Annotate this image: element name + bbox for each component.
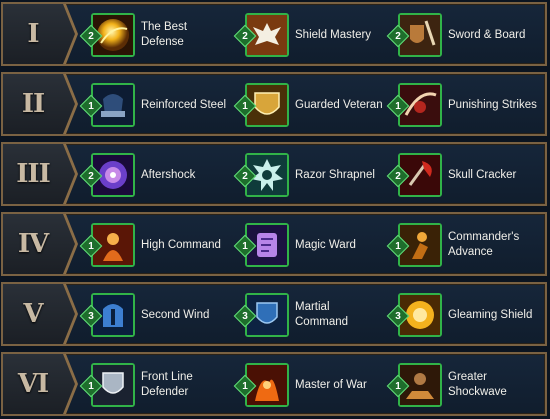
talent-front-line-defender[interactable]: 1 Front Line Defender xyxy=(79,362,231,408)
eagle-crest-icon: 2 xyxy=(233,13,289,57)
talent-commanders-advance[interactable]: 1 Commander's Advance xyxy=(386,222,538,268)
tier-rank-numeral: IV xyxy=(17,229,49,259)
flaming-warrior-icon: 1 xyxy=(79,223,135,267)
talent-name: Greater Shockwave xyxy=(448,371,507,398)
tier-1-row: I 2 The Best Defense 2 Shield Mastery 2 … xyxy=(1,2,547,66)
marching-warrior-icon: 1 xyxy=(386,223,442,267)
talent-razor-shrapnel[interactable]: 2 Razor Shrapnel xyxy=(233,152,385,198)
talent-name: Master of War xyxy=(295,378,367,391)
talent-name: Aftershock xyxy=(141,168,196,181)
blue-shield-icon: 3 xyxy=(233,293,289,337)
tier-5-row: V 3 Second Wind 3 Martial Command 3 Glea… xyxy=(1,282,547,346)
talent-skull-cracker[interactable]: 2 Skull Cracker xyxy=(386,152,538,198)
talent-martial-command[interactable]: 3 Martial Command xyxy=(233,292,385,338)
talent-name: Sword & Board xyxy=(448,28,526,41)
talent-high-command[interactable]: 1 High Command xyxy=(79,222,231,268)
tier-rank-numeral: II xyxy=(21,89,45,119)
talent-name: Front Line Defender xyxy=(141,371,193,398)
talent-name: Gleaming Shield xyxy=(448,308,533,321)
tier-rank-numeral: III xyxy=(16,159,51,189)
talent-shield-mastery[interactable]: 2 Shield Mastery xyxy=(233,12,385,58)
talent-greater-shockwave[interactable]: 1 Greater Shockwave xyxy=(386,362,538,408)
talent-master-of-war[interactable]: 1 Master of War xyxy=(233,362,385,408)
talent-name: The Best Defense xyxy=(141,21,188,48)
talent-tree: I 2 The Best Defense 2 Shield Mastery 2 … xyxy=(0,0,550,419)
tier-3-row: III 2 Aftershock 2 Razor Shrapnel 2 Skul… xyxy=(1,142,547,206)
magic-scroll-icon: 1 xyxy=(233,223,289,267)
talent-the-best-defense[interactable]: 2 The Best Defense xyxy=(79,12,231,58)
talent-gleaming-shield[interactable]: 3 Gleaming Shield xyxy=(386,292,538,338)
talent-name: Shield Mastery xyxy=(295,28,372,41)
talent-name: Reinforced Steel xyxy=(141,98,227,111)
red-axe-icon: 2 xyxy=(386,153,442,197)
sawblade-icon: 2 xyxy=(233,153,289,197)
fire-warrior-icon: 1 xyxy=(233,363,289,407)
tier-rank-numeral: V xyxy=(23,299,43,329)
golden-shield-icon: 1 xyxy=(233,83,289,127)
talent-aftershock[interactable]: 2 Aftershock xyxy=(79,152,231,198)
talent-name: Martial Command xyxy=(295,301,349,328)
talent-name: Commander's Advance xyxy=(448,231,520,258)
talent-reinforced-steel[interactable]: 1 Reinforced Steel xyxy=(79,82,231,128)
tier-6-row: VI 1 Front Line Defender 1 Master of War… xyxy=(1,352,547,416)
talent-second-wind[interactable]: 3 Second Wind xyxy=(79,292,231,338)
tier-rank-numeral: I xyxy=(27,19,39,49)
talent-name: Guarded Veteran xyxy=(295,98,383,111)
blue-helm-icon: 3 xyxy=(79,293,135,337)
silver-shield-icon: 1 xyxy=(79,363,135,407)
talent-sword-and-board[interactable]: 2 Sword & Board xyxy=(386,12,538,58)
golden-orb-icon: 2 xyxy=(79,13,135,57)
sword-shield-icon: 2 xyxy=(386,13,442,57)
talent-magic-ward[interactable]: 1 Magic Ward xyxy=(233,222,385,268)
talent-guarded-veteran[interactable]: 1 Guarded Veteran xyxy=(233,82,385,128)
sun-shield-icon: 3 xyxy=(386,293,442,337)
slash-strike-icon: 1 xyxy=(386,83,442,127)
talent-punishing-strikes[interactable]: 1 Punishing Strikes xyxy=(386,82,538,128)
talent-name: Skull Cracker xyxy=(448,168,517,181)
armor-helm-icon: 1 xyxy=(79,83,135,127)
vortex-icon: 2 xyxy=(79,153,135,197)
tier-rank-numeral: VI xyxy=(17,369,49,399)
talent-name: Magic Ward xyxy=(295,238,356,251)
ground-slam-icon: 1 xyxy=(386,363,442,407)
talent-name: High Command xyxy=(141,238,221,251)
talent-name: Second Wind xyxy=(141,308,210,321)
talent-name: Razor Shrapnel xyxy=(295,168,375,181)
tier-2-row: II 1 Reinforced Steel 1 Guarded Veteran … xyxy=(1,72,547,136)
tier-4-row: IV 1 High Command 1 Magic Ward 1 Command… xyxy=(1,212,547,276)
talent-name: Punishing Strikes xyxy=(448,98,537,111)
